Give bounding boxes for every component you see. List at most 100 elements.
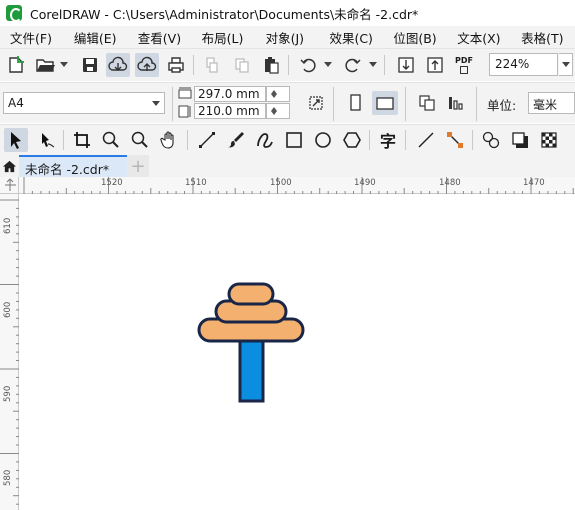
toolbar-separator — [476, 87, 477, 121]
page-size-select[interactable]: A4 — [3, 92, 165, 114]
toolbox: 字 — [0, 124, 575, 155]
page-height-spinner[interactable] — [266, 103, 290, 119]
drop-shadow-icon[interactable] — [508, 128, 532, 152]
redo-icon[interactable] — [341, 53, 365, 77]
add-tab-button[interactable]: + — [127, 155, 149, 177]
artwork — [197, 282, 305, 403]
ruler-label: 600 — [3, 301, 13, 318]
home-icon[interactable] — [0, 155, 18, 177]
current-page-icon[interactable] — [444, 91, 468, 115]
zoom-level-input[interactable]: 224% — [489, 53, 558, 76]
page-orientation-lock-icon[interactable] — [304, 91, 328, 115]
all-pages-icon[interactable] — [415, 91, 439, 115]
toolbar-separator — [472, 130, 473, 150]
menu-edit[interactable]: 编辑(E) — [64, 28, 128, 47]
new-document-icon[interactable] — [4, 53, 28, 77]
page-width-spinner[interactable] — [266, 86, 290, 102]
drawing-canvas[interactable] — [20, 195, 575, 510]
chevron-down-icon — [152, 101, 160, 106]
cut-icon[interactable] — [200, 53, 224, 77]
cloud-upload-icon[interactable] — [135, 53, 159, 77]
ruler-label: 590 — [3, 385, 13, 402]
menu-table[interactable]: 表格(T) — [511, 28, 575, 47]
freehand-pick-icon[interactable] — [34, 128, 58, 152]
open-folder-icon[interactable] — [33, 53, 57, 77]
pan-hand-icon[interactable] — [157, 128, 181, 152]
menu-layout[interactable]: 布局(L) — [192, 28, 256, 47]
menu-file[interactable]: 文件(F) — [0, 28, 64, 47]
page-height-icon — [178, 104, 192, 118]
ellipse-tool-icon[interactable] — [311, 128, 335, 152]
toolbar-separator — [187, 130, 188, 150]
ruler-label: 1480 — [439, 178, 461, 188]
ruler-label: 1520 — [101, 178, 123, 188]
polygon-tool-icon[interactable] — [340, 128, 364, 152]
ruler-label: 1500 — [270, 178, 292, 188]
menu-effects[interactable]: 效果(C) — [319, 28, 383, 47]
crop-tool-icon[interactable] — [70, 128, 94, 152]
pdf-label: PDF — [455, 56, 473, 65]
save-icon[interactable] — [78, 53, 102, 77]
title-bar: CorelDRAW - C:\Users\Administrator\Docum… — [0, 0, 575, 26]
portrait-icon[interactable] — [343, 91, 367, 115]
vertical-ruler[interactable]: 610 600 590 580 — [0, 194, 19, 510]
units-select[interactable]: 毫米 — [528, 92, 575, 114]
artistic-media-icon[interactable] — [224, 128, 248, 152]
undo-dropdown-chevron-down-icon[interactable] — [324, 53, 332, 77]
zoom-out-icon[interactable] — [128, 128, 152, 152]
text-tool-icon[interactable]: 字 — [376, 128, 400, 152]
toolbar-separator — [63, 130, 64, 150]
curve-tool-icon[interactable] — [195, 128, 219, 152]
undo-icon[interactable] — [296, 53, 320, 77]
document-tab-bar: 未命名 -2.cdr* + — [0, 155, 575, 177]
export-icon[interactable] — [423, 53, 447, 77]
zoom-tool-icon[interactable] — [99, 128, 123, 152]
print-icon[interactable] — [164, 53, 188, 77]
page-height-input[interactable]: 210.0 mm — [194, 103, 266, 119]
cloud-download-icon[interactable] — [106, 53, 130, 77]
ruler-label: 1470 — [523, 178, 545, 188]
ruler-label: 580 — [3, 469, 13, 486]
top-tier-capsule[interactable] — [227, 282, 275, 306]
ruler-label: 1510 — [185, 178, 207, 188]
copy-icon[interactable] — [230, 53, 254, 77]
transparency-icon[interactable] — [479, 128, 503, 152]
rectangle-tool-icon[interactable] — [282, 128, 306, 152]
pdf-grid-icon — [460, 66, 468, 74]
toolbar-separator — [288, 55, 289, 75]
smart-draw-icon[interactable] — [253, 128, 277, 152]
window-title: CorelDRAW - C:\Users\Administrator\Docum… — [30, 6, 419, 22]
ruler-label: 610 — [3, 217, 13, 234]
ruler-origin[interactable] — [0, 177, 19, 194]
horizontal-ruler[interactable]: 1520 1510 1500 1490 1480 1470 — [19, 177, 575, 194]
menu-bitmaps[interactable]: 位图(B) — [383, 28, 447, 47]
connector-line-icon[interactable] — [414, 128, 438, 152]
standard-toolbar: PDF 224% — [0, 48, 575, 81]
paste-icon[interactable] — [259, 53, 283, 77]
toolbar-separator — [193, 55, 194, 75]
page-width-input[interactable]: 297.0 mm — [194, 86, 266, 102]
checkerboard-icon[interactable] — [537, 128, 561, 152]
post-rectangle[interactable] — [238, 334, 265, 403]
page-width-icon — [178, 86, 192, 100]
units-label: 单位: — [487, 98, 517, 113]
import-icon[interactable] — [394, 53, 418, 77]
shape-edit-icon[interactable] — [443, 128, 467, 152]
menu-text[interactable]: 文本(X) — [447, 28, 511, 47]
redo-dropdown-chevron-down-icon[interactable] — [369, 53, 377, 77]
zoom-dropdown-chevron-down-icon[interactable] — [559, 53, 573, 76]
menu-view[interactable]: 查看(V) — [128, 28, 192, 47]
toolbar-separator — [405, 130, 406, 150]
pick-tool-icon[interactable] — [4, 128, 28, 152]
toolbar-separator — [405, 87, 406, 121]
landscape-icon[interactable] — [372, 91, 398, 115]
menu-object[interactable]: 对象(J) — [256, 28, 320, 47]
toolbar-separator — [384, 55, 385, 75]
tab-document[interactable]: 未命名 -2.cdr* — [19, 155, 127, 177]
open-dropdown-chevron-down-icon[interactable] — [60, 53, 68, 77]
vertical-ruler-ticks — [0, 199, 19, 505]
export-pdf-icon[interactable]: PDF — [452, 53, 476, 77]
page-size-value: A4 — [8, 96, 24, 110]
toolbar-separator — [369, 130, 370, 150]
menu-bar: 文件(F) 编辑(E) 查看(V) 布局(L) 对象(J) 效果(C) 位图(B… — [0, 26, 575, 48]
